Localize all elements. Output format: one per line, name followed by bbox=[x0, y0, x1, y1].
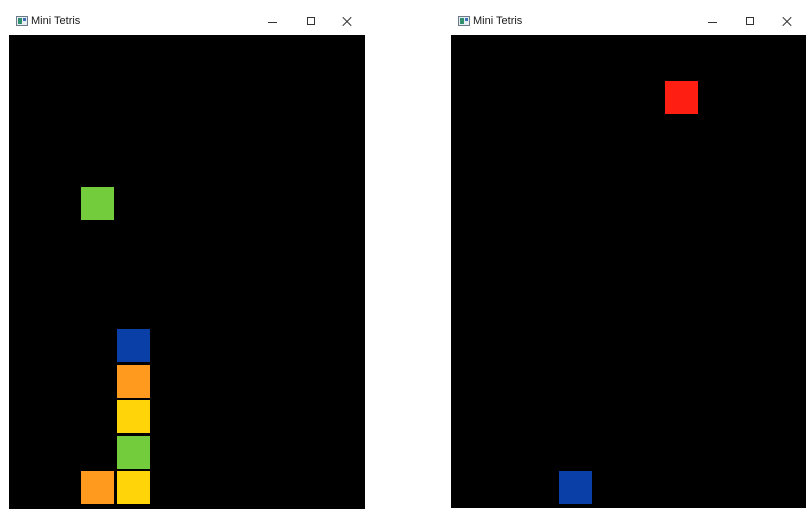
stacked-block bbox=[559, 471, 592, 504]
stacked-block bbox=[117, 400, 150, 433]
minimize-icon[interactable] bbox=[696, 8, 732, 35]
app-icon bbox=[458, 16, 470, 26]
window-title: Mini Tetris bbox=[31, 15, 81, 27]
app-icon bbox=[16, 16, 28, 26]
stacked-block bbox=[117, 471, 150, 504]
maximize-icon[interactable] bbox=[294, 8, 330, 35]
close-icon[interactable] bbox=[330, 8, 366, 35]
maximize-icon[interactable] bbox=[733, 8, 769, 35]
stacked-block bbox=[81, 471, 114, 504]
stacked-block bbox=[117, 436, 150, 469]
falling-block bbox=[81, 187, 114, 220]
stacked-block bbox=[117, 329, 150, 362]
game-board[interactable] bbox=[9, 35, 365, 509]
game-board[interactable] bbox=[451, 35, 806, 508]
falling-block bbox=[665, 81, 698, 114]
window-title: Mini Tetris bbox=[473, 15, 523, 27]
stacked-block bbox=[117, 365, 150, 398]
close-icon[interactable] bbox=[770, 8, 806, 35]
tetris-window-1: Mini Tetris bbox=[9, 8, 365, 509]
minimize-icon[interactable] bbox=[256, 8, 292, 35]
title-bar[interactable]: Mini Tetris bbox=[451, 8, 806, 35]
title-bar[interactable]: Mini Tetris bbox=[9, 8, 365, 35]
tetris-window-2: Mini Tetris bbox=[451, 8, 806, 508]
